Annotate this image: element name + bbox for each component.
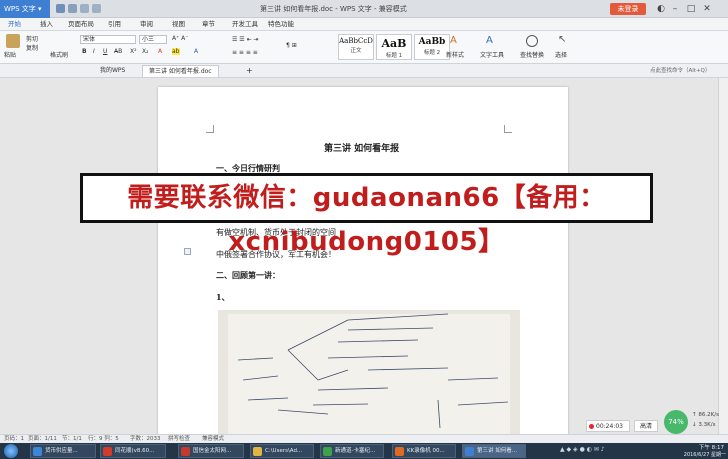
list-item-number: 1、 [216,292,230,302]
vertical-scrollbar[interactable] [718,78,728,434]
text-tools-icon: A [486,35,493,46]
find-replace-icon [526,35,538,47]
taskbar-item[interactable]: 货币供应量... [30,444,96,458]
style-normal[interactable]: AaBbCcD 正文 [338,34,374,60]
taskbar-item[interactable]: 国信金太阳网... [178,444,244,458]
channel-icon [323,447,332,456]
recorder-timer: 00:24:03 [586,420,630,432]
taskbar-item[interactable]: C:\Users\Ad... [250,444,314,458]
tab-special[interactable]: 特色功能 [268,18,294,31]
close-button[interactable]: ✕ [700,2,714,16]
tab-active-document[interactable]: 第三讲 如何看年报.doc [142,65,219,77]
list-icons[interactable]: ☰ ☰ ⇤ ⇥ [232,36,259,43]
format-painter-button[interactable]: 格式刷 [50,50,68,59]
margin-mark-top-left [206,125,214,133]
system-tray-icons[interactable]: ▲ ◆ ◈ ● ◐ ✉ ♪ [560,446,650,456]
font-name-select[interactable]: 宋体 [80,35,136,44]
window-title: 第三讲 如何看年报.doc - WPS 文字 - 兼容模式 [260,5,407,13]
windows-taskbar: 货币供应量... 同花顺(v8.60... 国信金太阳网... C:\Users… [0,443,728,459]
style-heading2[interactable]: AaBb 标题 2 [414,34,450,60]
folder-icon [253,447,262,456]
maximize-button[interactable]: □ [684,2,698,16]
tab-developer[interactable]: 开发工具 [232,18,258,31]
new-style-icon: A [450,35,457,46]
font-color-a-button[interactable]: A [194,48,198,55]
underline-button[interactable]: U [103,48,107,55]
record-dot-icon [589,424,594,429]
cpu-gauge[interactable]: 74% [664,410,688,434]
upload-speed: ↑ 86.2K/s [692,412,719,418]
strikethrough-button[interactable]: A̶B [114,48,122,55]
browser-icon [33,447,42,456]
paragraph-tools[interactable]: ¶ ⊞ [286,42,297,49]
print-icon[interactable] [68,4,77,13]
ribbon: 粘贴 剪切 复制 格式刷 宋体 小三 A⁺ A⁻ B I U A̶B X² X₂… [0,31,728,64]
new-tab-button[interactable]: + [246,65,253,77]
minimize-button[interactable]: – [668,2,682,16]
font-color-button[interactable]: A [158,48,162,55]
clock-date[interactable]: 2016/6/27 星期一 [660,451,726,458]
tonghuashun-icon [103,447,112,456]
download-speed: ↓ 3.3K/s [692,422,716,428]
status-bar: 页码：1 页面：1/11 节：1/1 行：9 列：5 字数：2033 拼写检查 … [0,434,728,443]
cut-button[interactable]: 剪切 [26,34,38,43]
align-icons[interactable]: ≡ ≡ ≡ ≡ [232,49,258,56]
text-tools-button[interactable]: 文字工具 [480,50,504,59]
undo-icon[interactable] [80,4,89,13]
login-button[interactable]: 未登录 [610,3,646,15]
margin-mark-top-right [504,125,512,133]
paste-icon[interactable] [6,34,20,48]
guosen-icon [181,447,190,456]
select-icon: ↖ [558,34,567,45]
tab-sections[interactable]: 章节 [202,18,215,31]
italic-button[interactable]: I [93,48,95,55]
start-button-icon[interactable] [4,444,18,458]
taskbar-item[interactable]: KK录像机 00... [392,444,456,458]
style-heading1[interactable]: AaB 标题 1 [376,34,412,60]
tab-references[interactable]: 引用 [108,18,121,31]
paragraph-icon [184,248,191,255]
watermark-text: 需要联系微信：gudaonan66【备用：xcnibudong0105】 [127,183,606,257]
select-button[interactable]: 选择 [555,50,567,59]
highlight-button[interactable]: ab [172,48,180,55]
save-icon[interactable] [56,4,65,13]
taskbar-item[interactable]: 新通道-卡塞纪... [320,444,384,458]
notes-sketch [228,313,510,434]
new-style-button[interactable]: 新样式 [446,50,464,59]
find-replace-button[interactable]: 查找替换 [520,50,544,59]
heading-review: 二、回顾第一讲： [216,270,280,280]
document-title: 第三讲 如何看年报 [324,144,400,154]
bold-button[interactable]: B [82,48,87,55]
grow-font-icon[interactable]: A⁺ A⁻ [172,35,188,42]
copy-button[interactable]: 复制 [26,43,38,52]
subscript-button[interactable]: X₂ [142,48,149,55]
tab-home[interactable]: 开始 [8,18,21,31]
clock-time[interactable]: 下午 8:17 [672,443,724,451]
contact-watermark-banner: 需要联系微信：gudaonan66【备用：xcnibudong0105】 [80,173,653,257]
tab-insert[interactable]: 插入 [40,18,53,31]
taskbar-item-active[interactable]: 第三讲 如何看... [462,444,526,458]
wps-writer-icon [465,447,474,456]
tab-page-layout[interactable]: 页面布局 [68,18,94,31]
font-size-select[interactable]: 小三 [139,35,167,44]
tab-review[interactable]: 审阅 [140,18,153,31]
superscript-button[interactable]: X² [130,48,137,55]
ribbon-tabs: 开始 插入 页面布局 引用 审阅 视图 章节 开发工具 特色功能 [0,18,728,31]
recorder-quality[interactable]: 高清 [634,420,658,432]
kk-recorder-icon [395,447,404,456]
document-tab-bar: 我的WPS 第三讲 如何看年报.doc + 点此查找命令（Alt+Q） [0,64,728,78]
paste-button[interactable]: 粘贴 [4,50,16,59]
handwritten-notes-image [218,310,520,434]
recorder-time: 00:24:03 [596,423,623,430]
tab-view[interactable]: 视图 [172,18,185,31]
tab-my-wps[interactable]: 我的WPS [94,65,131,77]
command-search[interactable]: 点此查找命令（Alt+Q） [650,66,710,76]
taskbar-item[interactable]: 同花顺(v8.60... [100,444,166,458]
wps-app-menu[interactable]: WPS 文字 ▾ [0,0,50,18]
skin-icon[interactable]: ◐ [654,2,668,16]
redo-icon[interactable] [92,4,101,13]
app-menu-label: WPS 文字 [4,5,36,13]
title-bar: WPS 文字 ▾ 第三讲 如何看年报.doc - WPS 文字 - 兼容模式 未… [0,0,728,18]
